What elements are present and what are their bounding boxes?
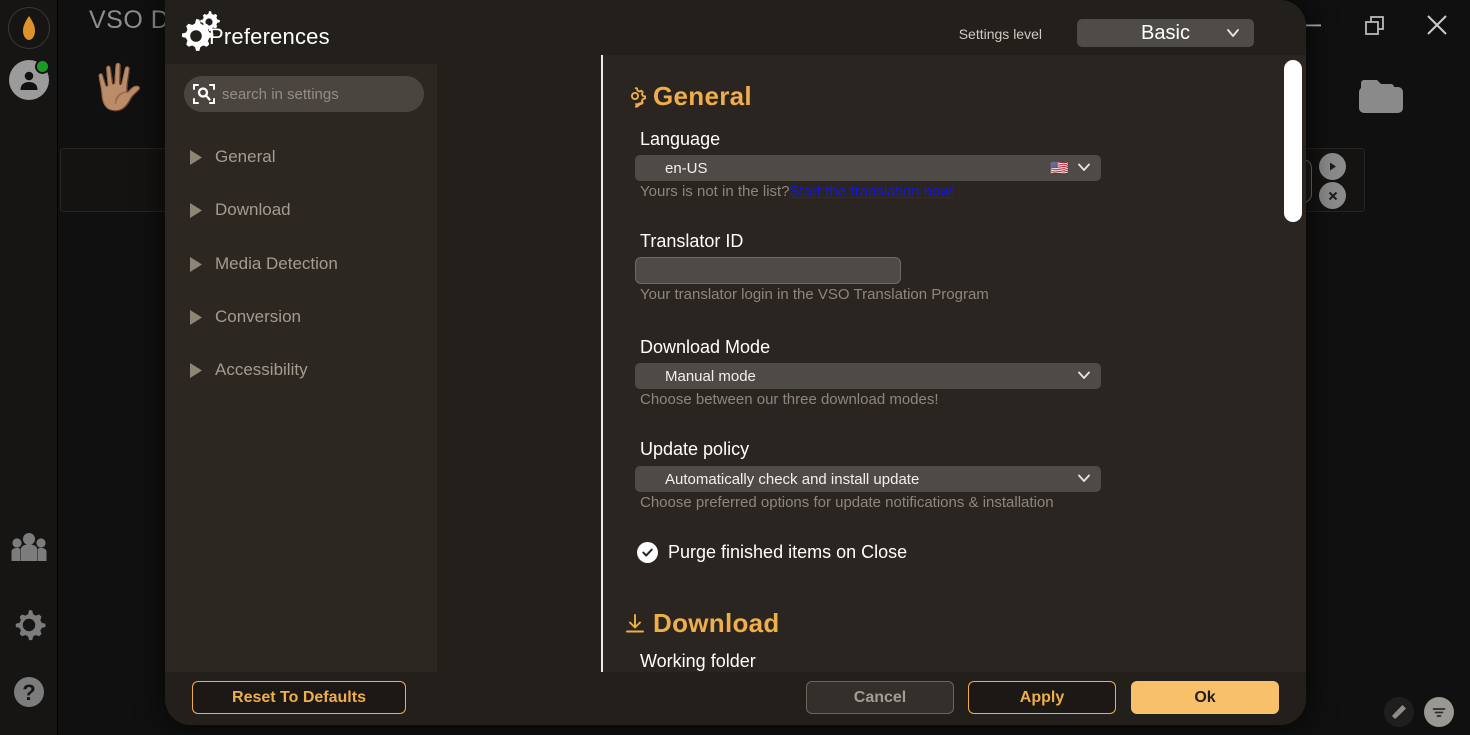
triangle-right-icon [181,308,209,327]
preferences-dialog: Preferences Settings level Basic search … [165,0,1306,725]
download-icon [626,613,644,632]
sidebar-item-conversion[interactable]: Conversion [181,300,425,334]
sidebar-item-label: Accessibility [215,360,308,379]
chevron-down-icon [1224,24,1242,47]
download-mode-value: Manual mode [665,367,756,385]
close-button[interactable] [1418,6,1456,44]
sidebar-item-download[interactable]: Download [181,193,425,227]
search-scan-icon [192,82,216,106]
language-select[interactable]: en-US 🇺🇸 [635,155,1101,181]
filter-button[interactable] [1424,697,1454,727]
translator-id-hint: Your translator login in the VSO Transla… [640,286,989,303]
app-bottom-tools [1384,697,1454,727]
update-policy-select[interactable]: Automatically check and install update [635,466,1101,492]
folder-icon[interactable] [1358,75,1412,122]
triangle-right-icon [181,361,209,380]
us-flag-icon: 🇺🇸 [1050,160,1069,177]
purge-label: Purge finished items on Close [668,542,908,562]
purge-checkbox-row[interactable]: Purge finished items on Close [637,542,907,563]
svg-text:?: ? [22,680,35,705]
section-title: General [653,81,752,111]
search-box[interactable] [184,76,424,112]
sidebar-item-accessibility[interactable]: Accessibility [181,353,425,387]
scrollbar-track[interactable] [1280,55,1306,672]
working-folder-label: Working folder [640,651,756,671]
sidebar-item-help[interactable]: ? [8,671,50,713]
app-left-rail: ? [0,0,58,735]
sidebar-item-media-detection[interactable]: Media Detection [181,247,425,281]
app-logo[interactable] [8,7,50,49]
preferences-footer: Reset To Defaults Cancel Apply Ok [165,672,1306,725]
gear-icon [15,610,46,641]
check-circle-icon[interactable] [637,542,658,563]
close-circle-icon [1328,191,1337,200]
ok-button[interactable]: Ok [1131,681,1279,714]
sidebar-item-general[interactable]: General [181,140,425,174]
close-icon [1427,15,1447,35]
translator-id-label: Translator ID [640,231,744,251]
triangle-right-icon [181,148,209,167]
help-icon: ? [14,677,44,707]
group-icon [11,533,47,561]
sidebar-item-label: Media Detection [215,254,338,273]
triangle-right-icon [181,255,209,274]
update-policy-hint: Choose preferred options for update noti… [640,494,1054,511]
reset-to-defaults-button[interactable]: Reset To Defaults [192,681,406,714]
sidebar-item-settings[interactable] [8,604,50,646]
language-hint-text: Yours is not in the list? [640,183,790,200]
preferences-sidebar: General Download Media Detection Convers… [165,64,437,672]
filter-icon [1430,703,1448,721]
page-title: Preferences [209,24,330,49]
chevron-down-icon [1075,469,1093,492]
start-translation-link[interactable]: Start the translation now! [790,183,956,200]
restore-icon [1365,16,1384,35]
online-status-dot [35,59,50,74]
section-title: Download [653,608,780,638]
raised-hand-icon: 🖐🏽 [90,63,145,112]
preferences-content: General Language en-US 🇺🇸 Yours is not i… [603,55,1306,672]
settings-level-label: Settings level [958,26,1042,42]
update-policy-label: Update policy [640,439,750,459]
play-icon [1330,162,1336,171]
language-label: Language [640,129,721,149]
sidebar-item-community[interactable] [8,526,50,568]
apply-button[interactable]: Apply [968,681,1116,714]
settings-level-select[interactable]: Basic [1077,19,1254,47]
broom-button[interactable] [1384,697,1414,727]
sidebar-item-label: Download [215,200,291,219]
update-policy-value: Automatically check and install update [665,470,920,488]
sidebar-item-label: Conversion [215,307,301,326]
download-mode-select[interactable]: Manual mode [635,363,1101,389]
download-mode-label: Download Mode [640,337,771,357]
section-header-general: General [623,81,752,112]
settings-level-value: Basic [1141,21,1190,44]
language-value: en-US [665,159,708,177]
search-input[interactable] [222,85,424,103]
triangle-right-icon [181,201,209,220]
section-header-download: Download [623,608,780,639]
queue-play-button[interactable] [1319,153,1346,180]
chevron-down-icon [1075,158,1093,181]
chevron-down-icon [1075,366,1093,389]
cancel-button[interactable]: Cancel [806,681,954,714]
sidebar-item-label: General [215,147,276,166]
gear-check-icon [630,86,646,107]
download-arrow-logo-icon [8,7,50,49]
language-hint: Yours is not in the list?Start the trans… [640,183,955,200]
download-mode-hint: Choose between our three download modes! [640,391,939,408]
restore-button[interactable] [1356,6,1394,44]
broom-icon [1392,705,1406,719]
window-controls [1294,6,1456,44]
queue-cancel-button[interactable] [1319,182,1346,209]
translator-id-field[interactable] [635,257,901,284]
avatar[interactable] [8,59,50,101]
scrollbar-thumb[interactable] [1284,60,1302,222]
